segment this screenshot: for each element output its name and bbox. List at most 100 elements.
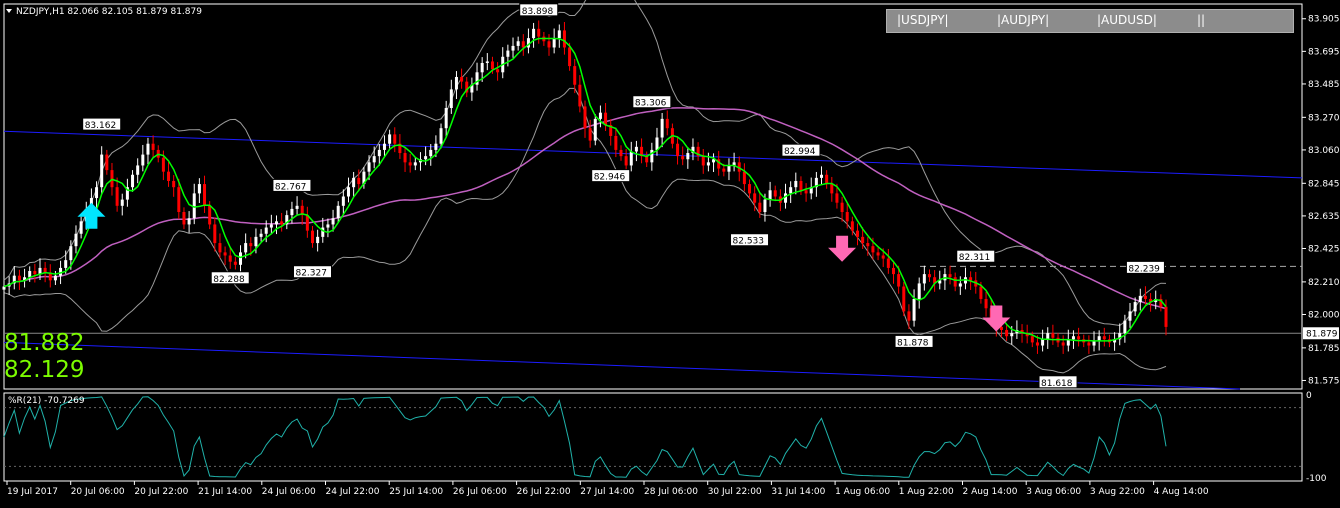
candle-body xyxy=(516,41,520,46)
candle-body xyxy=(753,193,757,203)
indicator-level-top-label: 0 xyxy=(1306,391,1312,401)
candle-body xyxy=(794,180,798,188)
candle-body xyxy=(917,283,921,299)
swing-label: 82.946 xyxy=(594,173,626,183)
candle-body xyxy=(624,156,628,166)
candle-body xyxy=(382,143,386,150)
candle-body xyxy=(876,252,880,256)
candle-body xyxy=(161,157,165,172)
symbol-tab-empty[interactable]: || xyxy=(1197,13,1205,27)
main-pane-frame xyxy=(3,3,1303,390)
candle-body xyxy=(953,277,957,287)
candle-body xyxy=(650,149,654,163)
x-tick-label: 25 Jul 14:00 xyxy=(389,487,443,497)
swing-label: 82.311 xyxy=(959,253,991,263)
x-tick-label: 1 Aug 22:00 xyxy=(899,487,954,497)
candle-body xyxy=(634,146,638,152)
candle-body xyxy=(496,69,500,73)
candle-body xyxy=(969,277,973,281)
candle-body xyxy=(722,168,726,172)
symbol-tab-usdjpy[interactable]: |USDJPY| xyxy=(897,13,949,27)
candle-body xyxy=(681,156,685,160)
candle-body xyxy=(141,154,145,166)
candle-body xyxy=(840,202,844,213)
swing-label: 82.994 xyxy=(784,147,816,157)
candle-body xyxy=(182,212,186,225)
candle-body xyxy=(239,252,243,265)
candle-body xyxy=(460,76,464,82)
candle-body xyxy=(804,190,808,194)
candle-body xyxy=(1133,302,1137,312)
ask-price: 82.129 xyxy=(4,357,85,383)
candle-body xyxy=(187,218,191,225)
candle-body xyxy=(95,187,99,199)
candle-body xyxy=(891,267,895,275)
candle-body xyxy=(331,218,335,225)
x-tick-label: 30 Jul 22:00 xyxy=(708,487,762,497)
candle-body xyxy=(948,274,952,278)
candle-body xyxy=(310,230,314,244)
candle-body xyxy=(408,162,412,166)
candle-body xyxy=(758,202,762,213)
candle-body xyxy=(151,143,155,150)
y-tick-label: 81.785 xyxy=(1308,344,1340,354)
swing-label: 82.327 xyxy=(295,269,327,279)
candle-body xyxy=(830,184,834,194)
candle-body xyxy=(593,118,597,141)
candle-body xyxy=(763,199,767,213)
candle-body xyxy=(377,149,381,157)
x-tick-label: 20 Jul 06:00 xyxy=(71,487,125,497)
swing-label: 82.767 xyxy=(275,182,307,192)
candle-body xyxy=(676,143,680,157)
candle-body xyxy=(131,174,135,188)
candle-body xyxy=(64,260,68,268)
candle-body xyxy=(1164,306,1168,327)
candle-body xyxy=(1061,342,1065,346)
symbol-tab-audjpy[interactable]: |AUDJPY| xyxy=(997,13,1049,27)
candle-body xyxy=(979,286,983,299)
candle-body xyxy=(1010,333,1014,337)
candle-body xyxy=(1102,336,1106,340)
candle-body xyxy=(352,177,356,188)
candle-body xyxy=(598,112,602,119)
candle-body xyxy=(429,149,433,157)
candle-body xyxy=(886,258,890,268)
candle-body xyxy=(197,184,201,194)
candle-body xyxy=(845,212,849,222)
sell-arrow-icon xyxy=(828,235,857,262)
candle-body xyxy=(727,165,731,172)
candle-body xyxy=(203,184,207,206)
candle-body xyxy=(835,193,839,203)
y-tick-label: 83.270 xyxy=(1308,113,1340,123)
candle-body xyxy=(424,156,428,160)
candle-body xyxy=(521,41,525,48)
candle-body xyxy=(105,154,109,171)
x-tick-label: 24 Jul 06:00 xyxy=(262,487,316,497)
candle-body xyxy=(1128,311,1132,321)
candle-body xyxy=(552,38,556,48)
current-price-label: 81.879 xyxy=(1306,329,1338,339)
x-tick-label: 21 Jul 14:00 xyxy=(198,487,252,497)
candle-body xyxy=(485,61,489,63)
wpr-line xyxy=(3,396,1167,478)
candle-body xyxy=(172,180,176,188)
x-tick-label: 19 Jul 2017 xyxy=(7,487,58,497)
swing-label: 82.533 xyxy=(733,237,765,247)
candle-body xyxy=(259,233,263,237)
candle-body xyxy=(881,255,885,259)
chart-area[interactable]: 83.905 83.695 83.485 83.270 83.060 82.845 82.6… xyxy=(0,0,1340,504)
candle-body xyxy=(866,243,870,247)
symbol-tab-audusd[interactable]: |AUDUSD| xyxy=(1097,13,1157,27)
candle-body xyxy=(701,156,705,166)
candle-body xyxy=(490,61,494,70)
candle-body xyxy=(115,187,119,206)
y-tick-label: 83.905 xyxy=(1308,15,1340,25)
candle-body xyxy=(799,180,803,191)
candle-body xyxy=(295,205,299,209)
candle-body xyxy=(213,224,217,244)
y-tick-label: 83.060 xyxy=(1308,146,1340,156)
candle-body xyxy=(167,171,171,181)
candle-body xyxy=(249,243,253,247)
x-tick-label: 1 Aug 06:00 xyxy=(835,487,890,497)
candle-body xyxy=(706,162,710,166)
